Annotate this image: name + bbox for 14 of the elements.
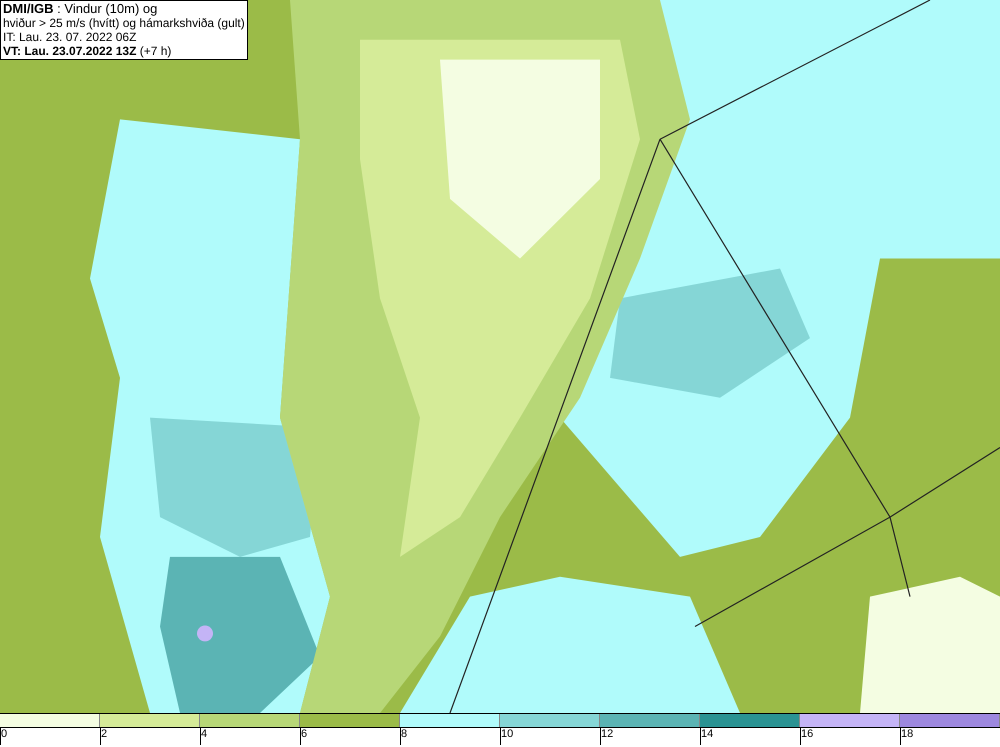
legend-label: 18	[901, 728, 914, 741]
legend-label: 8	[401, 728, 408, 741]
legend-label: 4	[201, 728, 208, 741]
info-text: hviður > 25 m/s (hvítt) og hámarkshviða (gult)	[3, 16, 245, 30]
legend-label: 16	[801, 728, 814, 741]
info-text: IT: Lau. 23. 07. 2022 06Z	[3, 30, 138, 44]
legend-label: 2	[101, 728, 108, 741]
legend-label: 10	[501, 728, 514, 741]
legend-label: 6	[301, 728, 308, 741]
info-text: DMI/IGB : Vindur (10m) og	[3, 2, 158, 16]
legend-label: 14	[701, 728, 714, 741]
legend-label: 12	[601, 728, 614, 741]
info-text: VT: Lau. 23.07.2022 13Z (+7 h)	[3, 44, 172, 58]
legend-label: 0	[1, 728, 8, 741]
